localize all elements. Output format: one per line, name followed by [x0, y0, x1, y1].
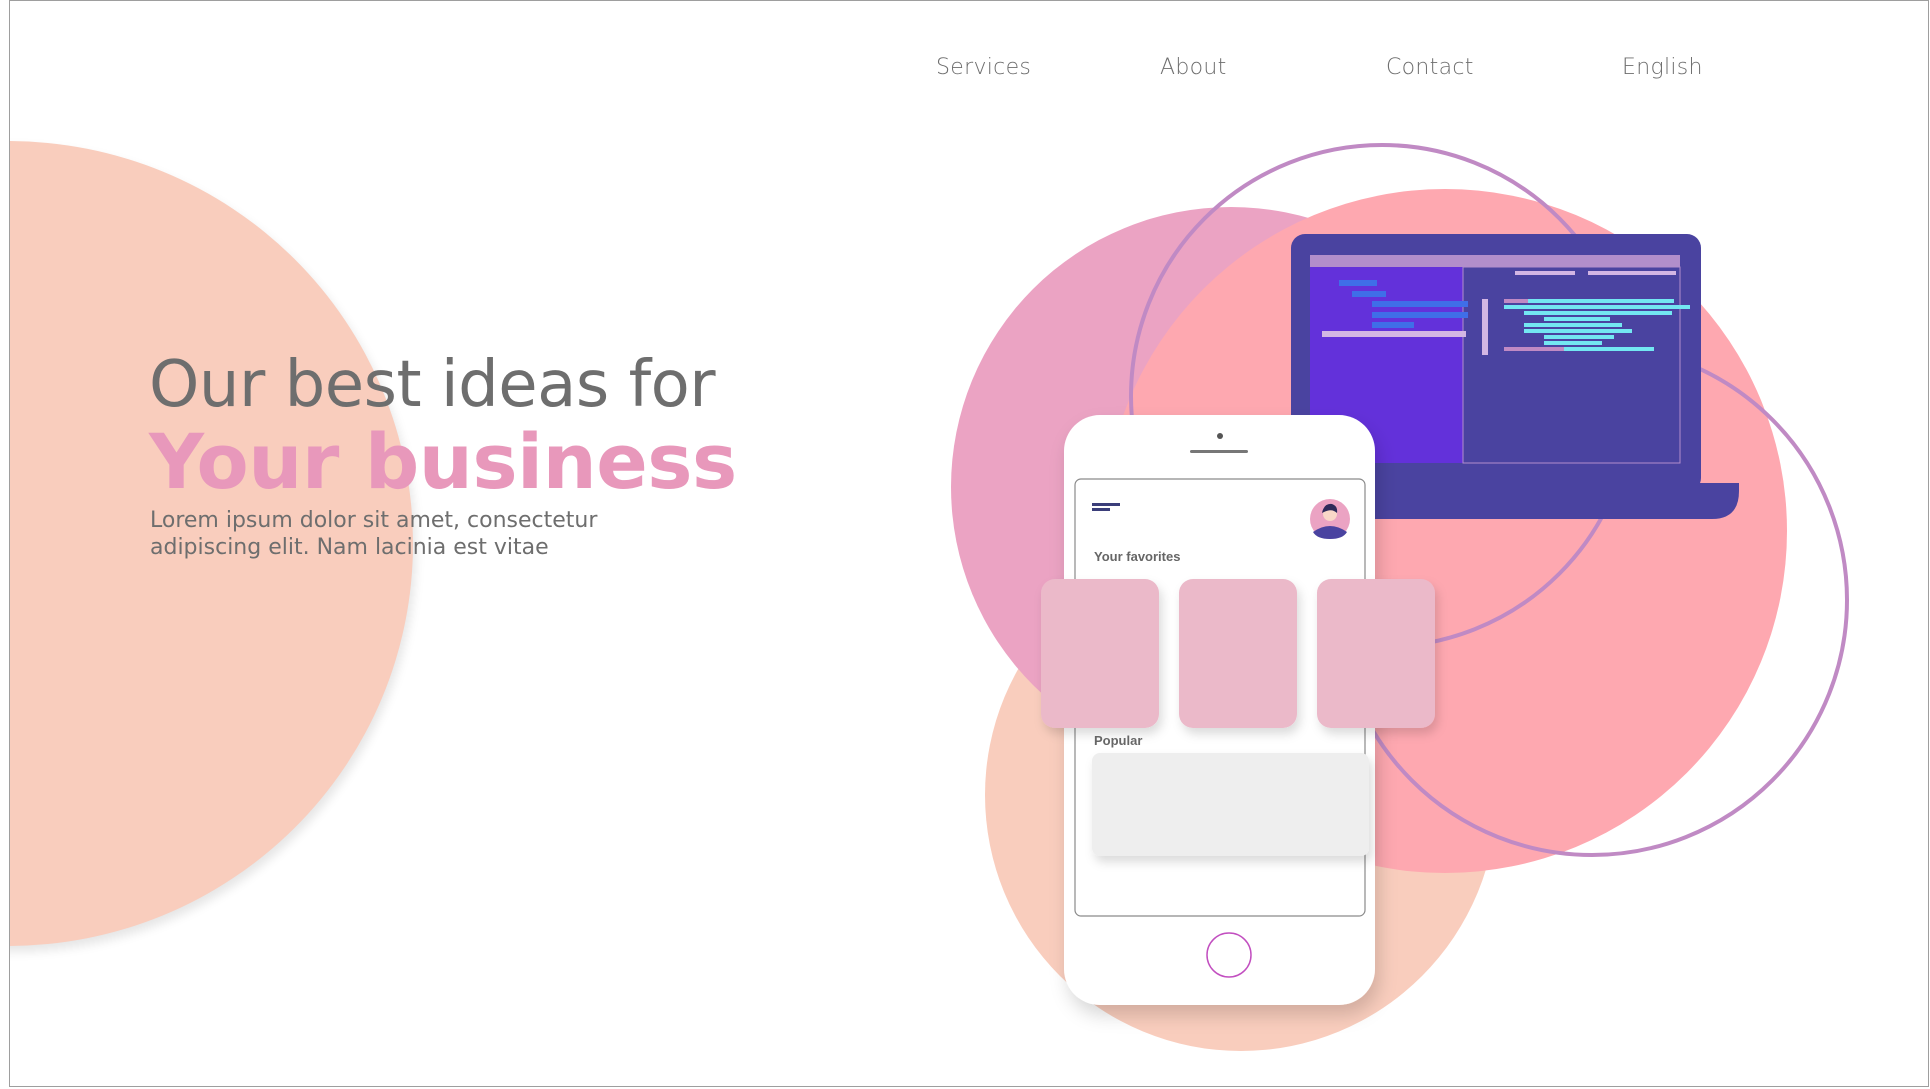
favorites-heading: Your favorites — [1094, 549, 1180, 564]
popular-heading: Popular — [1094, 733, 1142, 748]
favorite-card[interactable] — [1041, 579, 1159, 728]
popular-card[interactable] — [1092, 753, 1369, 856]
devices-illustration: Your favorites Popular — [951, 143, 1849, 1051]
avatar[interactable] — [1310, 499, 1350, 539]
favorite-card[interactable] — [1317, 579, 1435, 728]
menu-icon[interactable] — [1092, 503, 1120, 506]
favorite-card[interactable] — [1179, 579, 1297, 728]
home-button[interactable] — [1206, 932, 1252, 978]
page-frame: Services About Contact English Our best … — [9, 0, 1929, 1087]
